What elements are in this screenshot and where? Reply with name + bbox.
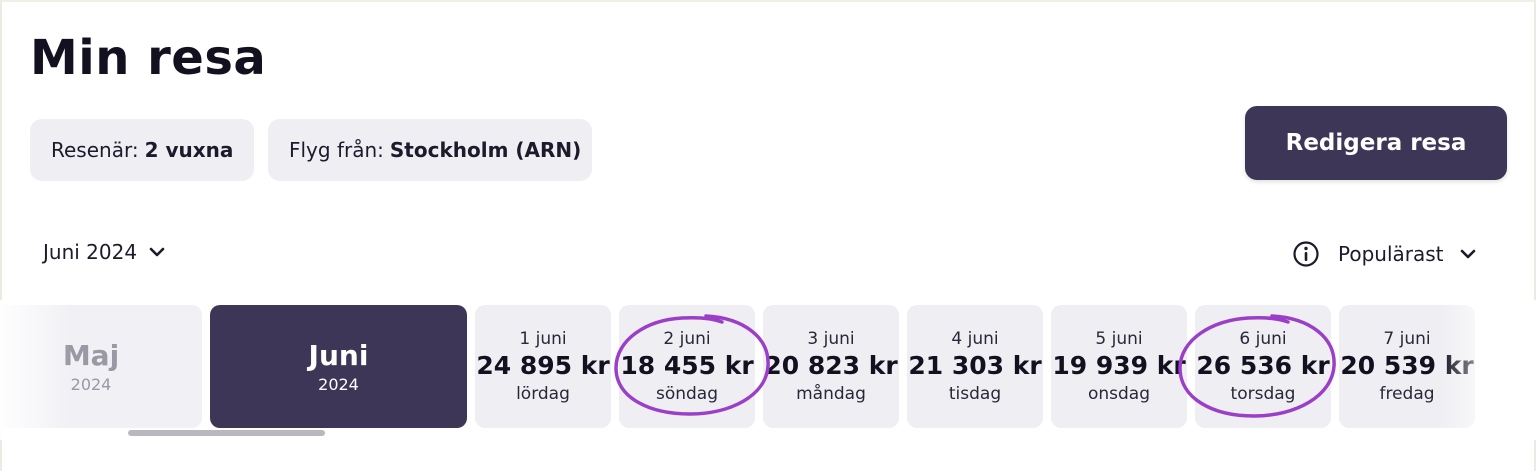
day-date: 3 juni xyxy=(807,328,855,349)
sort-dropdown-label: Populärast xyxy=(1338,242,1444,266)
date-carousel[interactable]: Maj 2024 Juni 2024 1 juni 24 895 kr lörd… xyxy=(0,300,1536,440)
day-card-2[interactable]: 2 juni 18 455 kr söndag xyxy=(619,305,755,428)
day-date: 7 juni xyxy=(1383,328,1431,349)
day-price: 20 539 kr xyxy=(1340,350,1474,380)
day-card-1[interactable]: 1 juni 24 895 kr lördag xyxy=(475,305,611,428)
departure-value: Stockholm (ARN) xyxy=(389,138,582,162)
month-card-juni[interactable]: Juni 2024 xyxy=(210,305,467,428)
month-dropdown-label: Juni 2024 xyxy=(43,240,138,264)
month-year: 2024 xyxy=(318,374,359,394)
day-card-6[interactable]: 6 juni 26 536 kr torsdag xyxy=(1195,305,1331,428)
month-name: Maj xyxy=(62,338,120,372)
day-price: 21 303 kr xyxy=(908,350,1042,380)
day-weekday: fredag xyxy=(1379,383,1435,404)
day-card-3[interactable]: 3 juni 20 823 kr måndag xyxy=(763,305,899,428)
day-weekday: onsdag xyxy=(1087,383,1151,404)
day-date: 6 juni xyxy=(1239,328,1287,349)
day-card-4[interactable]: 4 juni 21 303 kr tisdag xyxy=(907,305,1043,428)
sort-dropdown[interactable]: Populärast xyxy=(1292,240,1478,268)
day-weekday: söndag xyxy=(655,383,719,404)
month-year: 2024 xyxy=(70,374,112,394)
page-title: Min resa xyxy=(30,30,267,86)
travellers-chip[interactable]: Resenär: 2 vuxna xyxy=(30,119,254,181)
travellers-label: Resenär: xyxy=(51,138,139,162)
day-card-7[interactable]: 7 juni 20 539 kr fredag xyxy=(1339,305,1475,428)
travellers-value: 2 vuxna xyxy=(144,138,234,162)
edit-trip-button[interactable]: Redigera resa xyxy=(1245,106,1507,180)
day-weekday: torsdag xyxy=(1230,383,1296,404)
day-card-5[interactable]: 5 juni 19 939 kr onsdag xyxy=(1051,305,1187,428)
day-price: 19 939 kr xyxy=(1052,350,1186,380)
day-price: 20 823 kr xyxy=(764,350,898,380)
month-name: Juni xyxy=(308,338,369,372)
day-weekday: måndag xyxy=(796,383,866,404)
day-date: 2 juni xyxy=(663,328,711,349)
day-price: 18 455 kr xyxy=(620,350,754,380)
month-dropdown[interactable]: Juni 2024 xyxy=(43,240,167,264)
day-weekday: lördag xyxy=(516,383,570,404)
day-weekday: tisdag xyxy=(948,383,1002,404)
info-icon[interactable] xyxy=(1292,240,1320,268)
day-price: 26 536 kr xyxy=(1196,350,1330,380)
chevron-down-icon xyxy=(149,247,165,257)
departure-chip[interactable]: Flyg från: Stockholm (ARN) xyxy=(268,119,592,181)
day-date: 5 juni xyxy=(1095,328,1143,349)
carousel-scrollbar[interactable] xyxy=(128,430,325,436)
chevron-down-icon xyxy=(1460,249,1475,259)
day-date: 1 juni xyxy=(519,328,567,349)
departure-label: Flyg från: xyxy=(289,138,384,162)
day-price: 24 895 kr xyxy=(476,350,610,380)
day-date: 4 juni xyxy=(951,328,999,349)
month-card-maj[interactable]: Maj 2024 xyxy=(0,305,202,428)
